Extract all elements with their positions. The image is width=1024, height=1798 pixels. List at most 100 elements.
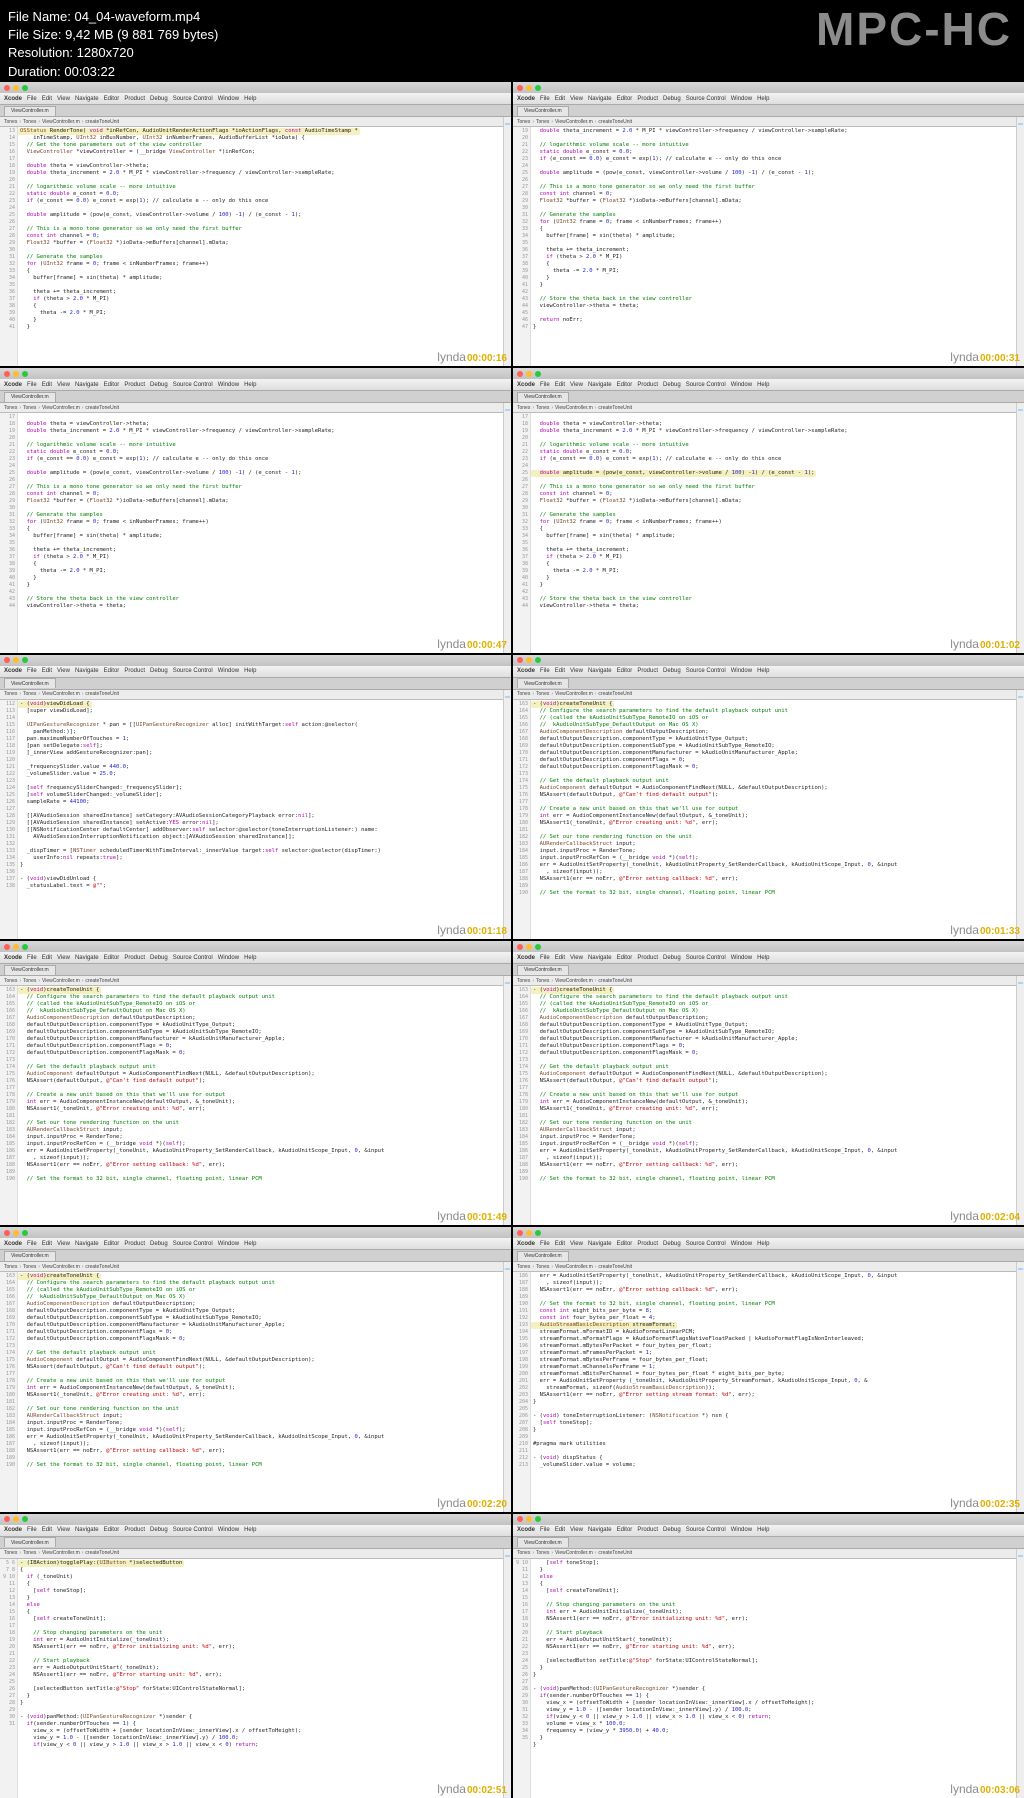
breadcrumb-item[interactable]: createToneUnit [598, 691, 632, 697]
menu-item-navigate[interactable]: Navigate [75, 1527, 99, 1533]
close-icon[interactable] [4, 371, 10, 377]
minimap[interactable] [503, 976, 511, 1225]
breadcrumb-item[interactable]: ViewController.m [42, 978, 80, 984]
breadcrumb-item[interactable]: ViewController.m [555, 691, 593, 697]
code-area[interactable]: - (IBAction)togglePlay:(UIButton *)selec… [18, 1559, 511, 1798]
tab-viewcontroller[interactable]: ViewController.m [4, 965, 56, 975]
menu-item-edit[interactable]: Edit [555, 1527, 565, 1533]
menu-item-product[interactable]: Product [637, 1241, 658, 1247]
code-area[interactable]: - (void)createToneUnit { // Configure th… [531, 700, 1024, 939]
menu-item-source-control[interactable]: Source Control [173, 668, 213, 674]
menu-item-source-control[interactable]: Source Control [173, 1527, 213, 1533]
menu-item-xcode[interactable]: Xcode [517, 1527, 535, 1533]
menu-item-navigate[interactable]: Navigate [75, 1241, 99, 1247]
menu-item-debug[interactable]: Debug [150, 96, 168, 102]
zoom-icon[interactable] [22, 371, 28, 377]
minimize-icon[interactable] [13, 85, 19, 91]
zoom-icon[interactable] [535, 371, 541, 377]
menu-item-view[interactable]: View [57, 668, 70, 674]
menu-item-file[interactable]: File [540, 955, 550, 961]
menu-item-xcode[interactable]: Xcode [4, 668, 22, 674]
zoom-icon[interactable] [535, 944, 541, 950]
menu-item-edit[interactable]: Edit [555, 668, 565, 674]
breadcrumb-item[interactable]: ViewController.m [42, 1550, 80, 1556]
breadcrumb-item[interactable]: Tones [23, 405, 36, 411]
menu-item-editor[interactable]: Editor [617, 1527, 633, 1533]
menu-item-file[interactable]: File [27, 96, 37, 102]
menu-item-debug[interactable]: Debug [150, 955, 168, 961]
minimize-icon[interactable] [526, 1230, 532, 1236]
minimize-icon[interactable] [13, 1516, 19, 1522]
menu-item-navigate[interactable]: Navigate [588, 1527, 612, 1533]
menu-item-source-control[interactable]: Source Control [173, 382, 213, 388]
menu-item-edit[interactable]: Edit [555, 955, 565, 961]
breadcrumb-item[interactable]: ViewController.m [42, 691, 80, 697]
menu-item-file[interactable]: File [540, 1241, 550, 1247]
menu-item-help[interactable]: Help [757, 96, 769, 102]
menu-item-source-control[interactable]: Source Control [686, 96, 726, 102]
breadcrumb-item[interactable]: Tones [4, 1264, 17, 1270]
zoom-icon[interactable] [22, 944, 28, 950]
menu-item-source-control[interactable]: Source Control [173, 955, 213, 961]
code-area[interactable]: OSStatus RenderTone( void *inRefCon, Aud… [18, 127, 511, 366]
menu-item-navigate[interactable]: Navigate [588, 668, 612, 674]
breadcrumb-item[interactable]: Tones [517, 691, 530, 697]
minimap[interactable] [1016, 117, 1024, 366]
breadcrumb-item[interactable]: createToneUnit [598, 1550, 632, 1556]
menu-item-help[interactable]: Help [244, 1527, 256, 1533]
zoom-icon[interactable] [535, 1230, 541, 1236]
menu-item-navigate[interactable]: Navigate [588, 1241, 612, 1247]
menu-item-source-control[interactable]: Source Control [686, 668, 726, 674]
menu-item-window[interactable]: Window [731, 1527, 752, 1533]
breadcrumb-item[interactable]: ViewController.m [555, 1550, 593, 1556]
menu-item-xcode[interactable]: Xcode [517, 96, 535, 102]
breadcrumb-item[interactable]: Tones [517, 119, 530, 125]
menu-item-editor[interactable]: Editor [617, 96, 633, 102]
minimize-icon[interactable] [526, 944, 532, 950]
code-editor[interactable]: 186 187 188 189 190 191 192 193 194 195 … [513, 1272, 1024, 1511]
menu-item-debug[interactable]: Debug [663, 955, 681, 961]
menu-item-navigate[interactable]: Navigate [75, 955, 99, 961]
menu-item-help[interactable]: Help [244, 955, 256, 961]
menu-item-debug[interactable]: Debug [150, 382, 168, 388]
breadcrumb-item[interactable]: Tones [23, 119, 36, 125]
breadcrumb-item[interactable]: createToneUnit [85, 1550, 119, 1556]
menu-item-view[interactable]: View [570, 1527, 583, 1533]
code-editor[interactable]: 19 20 21 22 23 24 25 26 27 28 29 30 31 3… [513, 127, 1024, 366]
menu-item-editor[interactable]: Editor [617, 668, 633, 674]
tab-viewcontroller[interactable]: ViewController.m [517, 678, 569, 688]
breadcrumb-item[interactable]: createToneUnit [85, 691, 119, 697]
breadcrumb-item[interactable]: ViewController.m [555, 1264, 593, 1270]
menu-item-edit[interactable]: Edit [555, 1241, 565, 1247]
breadcrumb-item[interactable]: Tones [23, 691, 36, 697]
menu-item-editor[interactable]: Editor [104, 1241, 120, 1247]
menu-item-edit[interactable]: Edit [42, 668, 52, 674]
menu-item-view[interactable]: View [570, 955, 583, 961]
menu-item-source-control[interactable]: Source Control [173, 96, 213, 102]
menu-item-source-control[interactable]: Source Control [686, 382, 726, 388]
menu-item-product[interactable]: Product [124, 1527, 145, 1533]
minimize-icon[interactable] [526, 657, 532, 663]
breadcrumb-item[interactable]: Tones [536, 1264, 549, 1270]
breadcrumb-item[interactable]: createToneUnit [85, 1264, 119, 1270]
code-editor[interactable]: 5 6 7 8 9 10 11 12 13 14 15 16 17 18 19 … [0, 1559, 511, 1798]
menu-item-file[interactable]: File [540, 668, 550, 674]
menu-item-help[interactable]: Help [757, 382, 769, 388]
menu-item-file[interactable]: File [540, 1527, 550, 1533]
code-editor[interactable]: 112 113 114 115 116 117 118 119 120 121 … [0, 700, 511, 939]
menu-item-editor[interactable]: Editor [617, 955, 633, 961]
breadcrumb-item[interactable]: Tones [517, 405, 530, 411]
menu-item-window[interactable]: Window [218, 382, 239, 388]
menu-item-window[interactable]: Window [218, 96, 239, 102]
close-icon[interactable] [517, 1230, 523, 1236]
minimap[interactable] [1016, 1262, 1024, 1511]
menu-item-help[interactable]: Help [757, 668, 769, 674]
menu-item-debug[interactable]: Debug [663, 382, 681, 388]
minimap[interactable] [1016, 1549, 1024, 1798]
menu-item-navigate[interactable]: Navigate [75, 382, 99, 388]
menu-item-view[interactable]: View [57, 96, 70, 102]
tab-viewcontroller[interactable]: ViewController.m [4, 392, 56, 402]
menu-item-file[interactable]: File [27, 668, 37, 674]
menu-item-window[interactable]: Window [731, 668, 752, 674]
minimap[interactable] [1016, 690, 1024, 939]
